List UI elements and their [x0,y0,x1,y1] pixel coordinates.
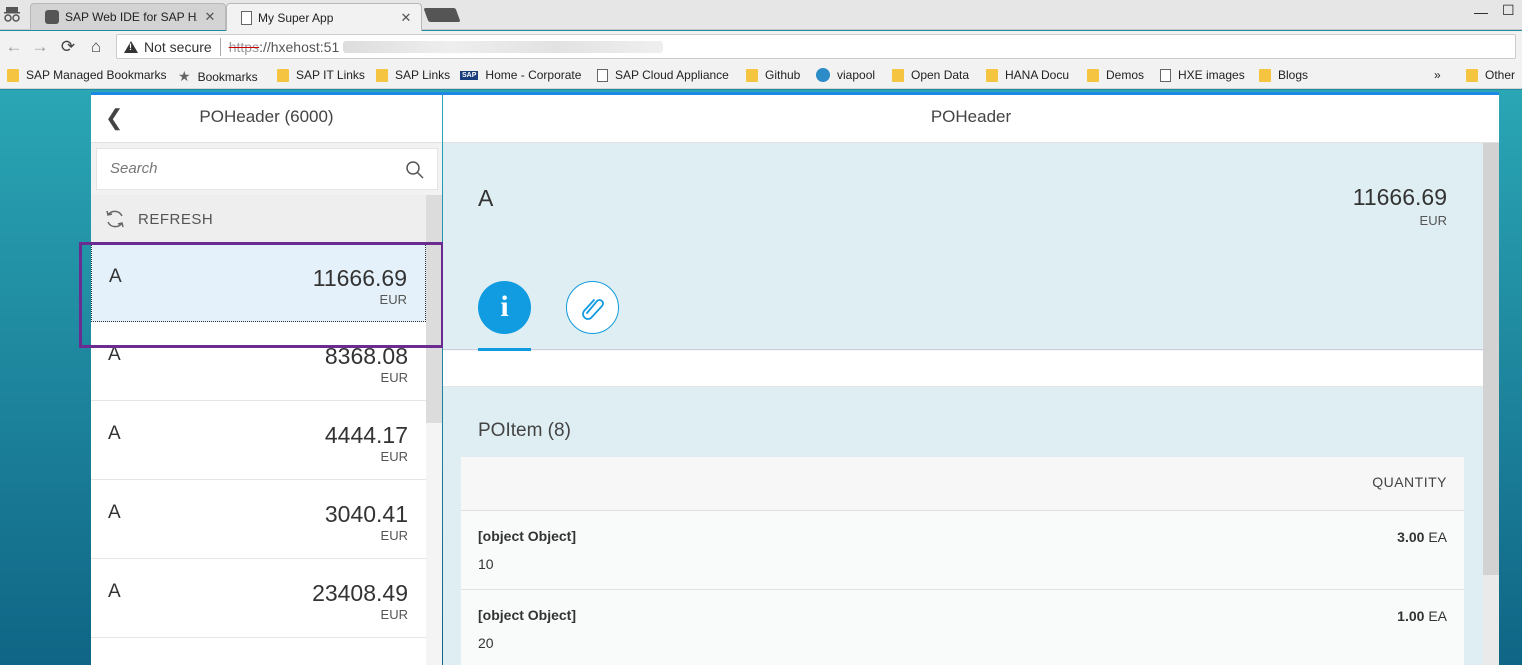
bookmark-item[interactable]: SAP Home - Corporate [460,68,581,82]
refresh-button[interactable]: REFRESH [91,195,426,243]
table-row[interactable]: [object Object] 20 1.00 EA [461,590,1464,665]
bookmark-item[interactable]: HXE images [1160,68,1245,82]
folder-icon [376,68,388,82]
refresh-icon [106,210,124,228]
column-header-quantity: QUANTITY [1372,474,1447,490]
page-favicon-icon [241,10,252,25]
bookmark-item[interactable]: SAP Managed Bookmarks [7,68,167,82]
folder-icon [277,68,289,82]
folder-icon [1259,68,1271,82]
detail-header: POHeader [443,95,1499,143]
viapool-icon [816,68,830,82]
browser-tab-my-super-app[interactable]: My Super App ✕ [226,3,422,31]
page-icon [597,68,608,82]
search-input[interactable] [110,160,390,177]
object-header: A 11666.69 EUR i [443,143,1483,351]
bookmark-item[interactable]: viapool [816,68,875,82]
bookmark-item[interactable]: SAP IT Links [277,68,365,82]
list-item[interactable]: A 3040.41 EUR [91,480,426,559]
url-scheme: https [228,38,260,55]
blurred-url [343,40,664,53]
bookmark-item[interactable]: SAP Links [376,68,450,82]
search-bar [91,143,442,195]
bookmark-item[interactable]: ★ Bookmarks [178,68,258,85]
master-panel: ❮ POHeader (6000) REFRESH A 11666.69 EUR… [91,95,442,665]
object-unit: EUR [1419,213,1447,228]
folder-icon [1087,68,1099,82]
tab-info[interactable]: i [478,281,531,334]
reload-icon[interactable]: ⟳ [58,37,78,57]
bookmark-item[interactable]: Blogs [1259,68,1308,82]
table-row[interactable]: [object Object] 10 3.00 EA [461,511,1464,590]
warning-icon [124,40,138,53]
detail-title: POHeader [930,107,1012,126]
forward-nav-icon[interactable]: → [30,37,50,57]
bookmark-item-other[interactable]: Other [1466,68,1515,82]
back-nav-icon[interactable]: ← [4,37,24,57]
address-bar[interactable]: Not secure https://hxehost:51 [116,34,1516,59]
poitem-table: QUANTITY [object Object] 10 3.00 EA [obj… [461,457,1464,665]
table-header: QUANTITY [461,457,1464,511]
paperclip-icon [582,299,604,320]
selection-highlight-box [79,242,444,348]
object-amount: 11666.69 [1352,184,1447,210]
bookmarks-overflow-button[interactable]: » [1434,68,1441,82]
star-icon: ★ [178,68,191,84]
list-item[interactable]: A 23408.49 EUR [91,559,426,638]
maximize-icon[interactable]: ☐ [1502,2,1515,19]
browser-tab-webide[interactable]: SAP Web IDE for SAP HA ✕ [30,3,226,30]
search-icon[interactable] [405,160,425,180]
folder-icon [986,68,998,82]
folder-icon [892,68,904,82]
browser-tabbar: SAP Web IDE for SAP HA ✕ My Super App ✕ … [0,0,1522,31]
sap-logo-icon: SAP [460,70,479,80]
folder-icon [7,68,19,82]
master-header: ❮ POHeader (6000) [91,95,442,143]
folder-icon [746,68,758,82]
incognito-icon [4,7,20,22]
list-item[interactable]: A 4444.17 EUR [91,401,426,480]
info-icon: i [500,290,509,323]
close-tab-icon[interactable]: ✕ [203,9,217,25]
url-host: ://hxehost:51 [259,38,340,55]
section-title: POItem (8) [478,420,571,441]
bookmark-item[interactable]: SAP Cloud Appliance [597,68,729,82]
bookmark-item[interactable]: Github [746,68,800,82]
search-field[interactable] [96,148,438,190]
master-title: POHeader (6000) [199,107,334,126]
browser-toolbar: ← → ⟳ ⌂ Not secure https://hxehost:51 [0,31,1522,62]
webide-favicon-icon [45,10,59,24]
bookmark-item[interactable]: Open Data [892,68,969,82]
refresh-label: REFRESH [138,210,214,228]
home-icon[interactable]: ⌂ [86,37,106,57]
page-icon [1160,68,1171,82]
detail-scroll-thumb[interactable] [1483,143,1499,575]
new-tab-button[interactable] [423,8,461,22]
minimize-icon[interactable]: — [1474,4,1488,20]
detail-scrollbar[interactable] [1483,143,1499,665]
close-tab-icon[interactable]: ✕ [399,10,413,26]
bookmarks-bar: SAP Managed Bookmarks ★ Bookmarks SAP IT … [0,62,1522,89]
object-title: A [478,185,494,211]
tab-attachments[interactable] [566,281,619,334]
bookmark-item[interactable]: HANA Docu [986,68,1069,82]
poitem-section: POItem (8) QUANTITY [object Object] 10 3… [443,387,1483,665]
bookmark-item[interactable]: Demos [1087,68,1144,82]
folder-icon [1466,68,1478,82]
security-status[interactable]: Not secure [144,39,212,55]
detail-panel: POHeader A 11666.69 EUR i POItem (8) QUA… [443,95,1499,665]
